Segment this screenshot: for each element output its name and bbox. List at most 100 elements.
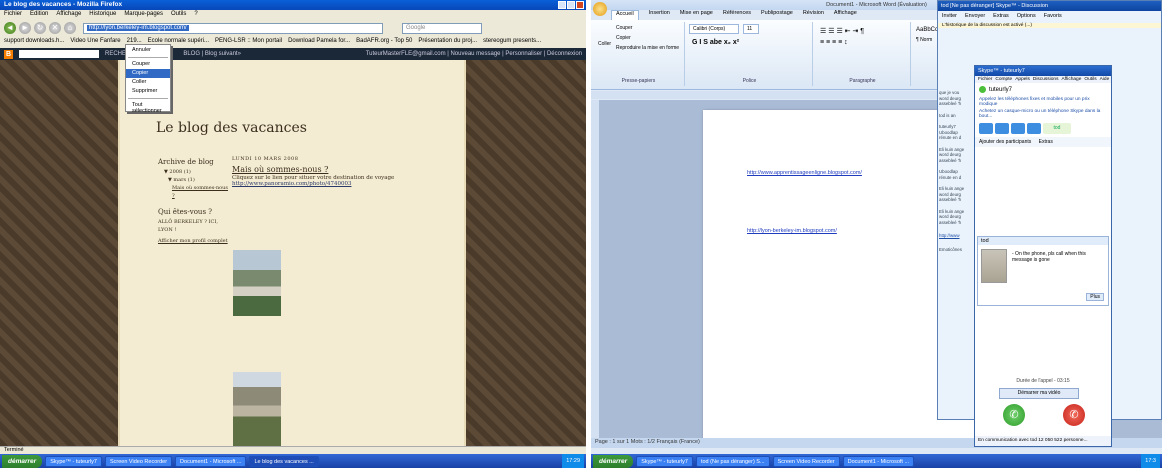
skype-menu-aide[interactable]: Aide [1100, 77, 1110, 82]
taskbar-item[interactable]: Document1 - Microsoft ... [175, 455, 247, 467]
invite-button[interactable]: Inviter [942, 13, 957, 21]
menu-edition[interactable]: Edition [30, 11, 48, 18]
next-blog-link[interactable]: BLOG | Blog suivant» [183, 51, 241, 57]
forward-arrow-icon[interactable]: ► [19, 22, 31, 34]
tab-mise-en-page[interactable]: Mise en page [680, 10, 713, 20]
bookmark-item[interactable]: Présentation du proj... [418, 38, 477, 46]
skype-menu-outils[interactable]: Outils [1084, 77, 1096, 82]
bookmark-item[interactable]: Download Pamela for... [288, 38, 350, 46]
document-link[interactable]: http://www.apprentissageenligne.blogspot… [747, 170, 862, 176]
menu-fichier[interactable]: Fichier [4, 11, 22, 18]
back-arrow-icon[interactable]: ◄ [4, 22, 16, 34]
list-icons[interactable]: ☰ ☰ ☰ ⇤ ⇥ ¶ [817, 26, 867, 36]
history-link[interactable]: http://www [939, 233, 973, 239]
post-link[interactable]: http://www.panoramio.com/photo/4740003 [232, 181, 452, 187]
start-button[interactable]: démarrer [593, 454, 634, 468]
start-button[interactable]: démarrer [2, 454, 43, 468]
paste-button[interactable]: Coller [595, 40, 614, 48]
skype-menu-compte[interactable]: Compte [995, 77, 1012, 82]
options-button[interactable]: Options [1017, 13, 1036, 21]
archive-year[interactable]: ▼ 2008 (1) [164, 168, 230, 176]
favorites-button[interactable]: Favoris [1044, 13, 1062, 21]
history-tab-icon[interactable] [1011, 123, 1025, 134]
close-button[interactable] [576, 1, 584, 9]
extras-menu[interactable]: Extras [1039, 139, 1053, 145]
taskbar-item[interactable]: Screen Video Recorder [104, 455, 173, 467]
blogger-logo-icon[interactable]: B [4, 49, 13, 59]
tab-publipostage[interactable]: Publipostage [761, 10, 793, 20]
clock-tab-icon[interactable] [1027, 123, 1041, 134]
skype-promo-link[interactable]: Appelez les téléphones fixes et mobiles … [975, 96, 1111, 108]
context-copier[interactable]: Copier [126, 69, 170, 78]
taskbar-item[interactable]: tod (Ne pas déranger) S... [695, 455, 770, 467]
archive-post-link[interactable]: Mais où sommes-nous ? [172, 185, 228, 199]
taskbar-item[interactable]: Screen Video Recorder [772, 455, 840, 467]
menu-marque-pages[interactable]: Marque-pages [124, 11, 163, 18]
post-title[interactable]: Mais où sommes-nous ? [232, 165, 452, 174]
menu-aide[interactable]: ? [194, 11, 197, 18]
bookmark-item[interactable]: support downloads.h... [4, 38, 64, 46]
menu-affichage[interactable]: Affichage [56, 11, 81, 18]
reload-icon[interactable]: ↻ [34, 22, 46, 34]
alignment-icons[interactable]: ≡ ≡ ≡ ≡ ↕ [817, 38, 851, 47]
style-name[interactable]: ¶ Norm [913, 36, 935, 44]
answer-call-icon[interactable]: ✆ [1003, 404, 1025, 426]
contacts-tab-icon[interactable] [979, 123, 993, 134]
context-couper[interactable]: Couper [126, 60, 170, 69]
office-button-icon[interactable] [593, 2, 607, 16]
taskbar-item[interactable]: Skype™ - tuteurly7 [636, 455, 693, 467]
add-participants-button[interactable]: Ajouter des participants [979, 139, 1031, 145]
extras-button[interactable]: Extras [993, 13, 1009, 21]
url-input[interactable]: http://lyon.berkeley-im.blogspot.com/ [83, 22, 383, 34]
archive-month[interactable]: ▼ mars (1) [168, 176, 230, 184]
skype-user-status[interactable]: tuteurly7 [975, 83, 1111, 96]
skype-menu-discussions[interactable]: Discussions [1033, 77, 1059, 82]
send-button[interactable]: Envoyer [965, 13, 985, 21]
tab-revision[interactable]: Révision [803, 10, 824, 20]
more-button[interactable]: Plus [1086, 293, 1104, 301]
maximize-button[interactable] [567, 1, 575, 9]
bookmark-item[interactable]: stereogum presents... [483, 38, 541, 46]
context-coller[interactable]: Coller [126, 78, 170, 87]
conversation-history: que je vou word deurg assebleé 'h tod is… [939, 90, 973, 252]
font-name-select[interactable]: Calibri (Corps) [689, 24, 739, 34]
taskbar-item-active[interactable]: Le blog des vacances ... [249, 455, 319, 467]
start-video-button[interactable]: Démarrer ma vidéo [999, 388, 1079, 399]
document-link[interactable]: http://lyon-berkeley-im.blogspot.com/ [747, 228, 837, 234]
search-input[interactable]: Google [402, 22, 482, 34]
context-annuler[interactable]: Annuler [126, 46, 170, 55]
blog-title[interactable]: Le blog des vacances [156, 120, 307, 136]
tab-affichage[interactable]: Affichage [834, 10, 857, 20]
call-phones-tab-icon[interactable] [995, 123, 1009, 134]
profile-link[interactable]: Afficher mon profil complet [158, 238, 228, 244]
bookmark-item[interactable]: Video Une Fanfare [70, 38, 120, 46]
taskbar-item[interactable]: Skype™ - tuteurly7 [45, 455, 102, 467]
conversation-tab[interactable]: tod [1043, 123, 1071, 134]
blogger-search-input[interactable] [19, 50, 99, 58]
context-tout-selectionner[interactable]: Tout sélectionner [126, 101, 170, 114]
bold-italic-underline-icons[interactable]: G I S abe x₂ x² [689, 38, 742, 47]
font-size-select[interactable]: 11 [743, 24, 759, 34]
emoticons-button[interactable]: Emoticônes [939, 247, 973, 253]
skype-menu-appels[interactable]: Appels [1015, 77, 1030, 82]
tab-insertion[interactable]: Insertion [649, 10, 670, 20]
menu-historique[interactable]: Historique [89, 11, 116, 18]
blogger-account-links[interactable]: TuteurMasterFLE@gmail.com | Nouveau mess… [366, 51, 582, 57]
home-icon[interactable]: ⌂ [64, 22, 76, 34]
tab-references[interactable]: Références [723, 10, 751, 20]
menu-outils[interactable]: Outils [171, 11, 186, 18]
minimize-button[interactable] [558, 1, 566, 9]
hang-up-icon[interactable]: ✆ [1063, 404, 1085, 426]
copy-button[interactable]: Copier [613, 34, 634, 42]
tab-accueil[interactable]: Accueil [611, 10, 639, 20]
skype-menu-affichage[interactable]: Affichage [1061, 77, 1081, 82]
taskbar-item[interactable]: Document1 - Microsoft ... [842, 455, 915, 467]
stop-icon[interactable]: ✕ [49, 22, 61, 34]
context-supprimer[interactable]: Supprimer [126, 87, 170, 96]
format-painter-button[interactable]: Reproduire la mise en forme [613, 44, 682, 52]
bookmark-item[interactable]: PENG-LSR :: Mon portail [215, 38, 282, 46]
skype-promo-link[interactable]: Achetez un casque-micro ou un téléphone … [975, 108, 1111, 120]
bookmark-item[interactable]: BadAFR.org - Top 50 [356, 38, 412, 46]
skype-menu-fichier[interactable]: Fichier [978, 77, 992, 82]
cut-button[interactable]: Couper [613, 24, 635, 32]
